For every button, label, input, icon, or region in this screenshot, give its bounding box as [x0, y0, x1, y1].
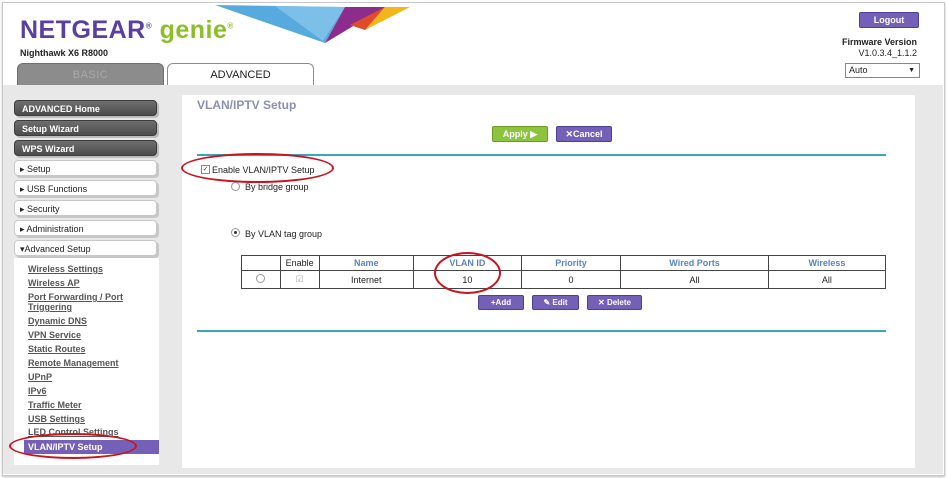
delete-button[interactable]: ✕ Delete	[587, 295, 642, 310]
nav-section-label: Administration	[26, 224, 84, 234]
brand-registered-mark: ®	[145, 21, 153, 31]
vlan-tag-group-radio[interactable]	[231, 228, 240, 237]
add-label: Add	[495, 298, 512, 307]
firmware-label: Firmware Version	[841, 37, 917, 47]
divider-bottom	[197, 330, 886, 332]
close-icon: ✕	[565, 129, 574, 139]
bridge-group-label: By bridge group	[245, 182, 309, 192]
column-header-enable: Enable	[279, 255, 320, 271]
expand-arrow-icon: ▸	[20, 164, 25, 174]
nav-section-setup[interactable]: ▸ Setup	[14, 160, 157, 176]
tab-basic[interactable]: BASIC	[17, 63, 164, 86]
row-wireless: All	[767, 270, 887, 289]
edit-button[interactable]: ✎ Edit	[532, 295, 579, 310]
row-select-radio[interactable]	[256, 274, 266, 283]
delete-label: Delete	[606, 298, 631, 307]
nav-item-vpn-service[interactable]: VPN Service	[28, 330, 81, 340]
column-header-select	[241, 255, 281, 271]
column-header-wired-ports: Wired Ports	[620, 255, 769, 271]
language-select[interactable]: Auto ▼	[845, 63, 920, 78]
nav-item-remote-management[interactable]: Remote Management	[28, 358, 119, 368]
nav-section-label: Security	[27, 204, 60, 214]
apply-button[interactable]: Apply ▶	[492, 126, 548, 142]
expand-arrow-icon: ▸	[20, 204, 25, 214]
nav-section-label: Setup	[27, 164, 51, 174]
expand-arrow-icon: ▸	[20, 224, 25, 234]
netgear-genie-logo: NETGEAR® genie®	[20, 16, 234, 45]
nav-section-administration[interactable]: ▸ Administration	[14, 220, 157, 236]
column-header-name: Name	[318, 255, 414, 271]
nav-section-security[interactable]: ▸ Security	[14, 200, 157, 216]
nav-section-usb-functions[interactable]: ▸ USB Functions	[14, 180, 157, 196]
table-header-row: Enable Name VLAN ID Priority Wired Ports…	[241, 255, 887, 271]
pencil-icon: ✎	[543, 298, 551, 307]
bridge-group-radio[interactable]	[231, 182, 240, 191]
brand-netgear: NETGEAR	[20, 16, 146, 44]
nav-item-usb-settings[interactable]: USB Settings	[28, 414, 85, 424]
add-button[interactable]: +Add	[478, 295, 524, 310]
table-row: ☑ Internet 10 0 All All	[241, 270, 887, 289]
row-name: Internet	[318, 270, 414, 289]
highlight-circle-vlan-id	[434, 252, 501, 294]
column-header-priority: Priority	[520, 255, 622, 271]
row-priority: 0	[520, 270, 622, 289]
nav-section-label: Advanced Setup	[24, 244, 91, 254]
nav-item-port-triggering[interactable]: Triggering	[28, 302, 72, 312]
cancel-button[interactable]: ✕Cancel	[556, 126, 612, 142]
nav-setup-wizard[interactable]: Setup Wizard	[14, 120, 157, 136]
edit-label: Edit	[552, 298, 568, 307]
nav-item-static-routes[interactable]: Static Routes	[28, 344, 86, 354]
row-select-cell	[241, 270, 281, 289]
nav-section-label: USB Functions	[27, 184, 88, 194]
model-name: Nighthawk X6 R8000	[20, 48, 109, 58]
nav-item-wireless-settings[interactable]: Wireless Settings	[28, 264, 103, 274]
nav-item-port-forwarding[interactable]: Port Forwarding / Port	[28, 292, 123, 302]
vlan-tag-group-label: By VLAN tag group	[245, 229, 323, 239]
cancel-label: Cancel	[573, 129, 603, 139]
column-header-wireless: Wireless	[767, 255, 887, 271]
dropdown-arrow-icon: ▼	[908, 67, 915, 74]
nav-wps-wizard[interactable]: WPS Wizard	[14, 140, 157, 156]
page-title: VLAN/IPTV Setup	[197, 98, 297, 112]
logout-button[interactable]: Logout	[859, 12, 919, 28]
nav-item-dynamic-dns[interactable]: Dynamic DNS	[28, 316, 87, 326]
nav-item-ipv6[interactable]: IPv6	[28, 386, 47, 396]
nav-item-wireless-ap[interactable]: Wireless AP	[28, 278, 80, 288]
nav-item-upnp[interactable]: UPnP	[28, 372, 52, 382]
tab-advanced[interactable]: ADVANCED	[167, 63, 314, 86]
row-wired-ports: All	[620, 270, 769, 289]
firmware-version: V1.0.3.4_1.1.2	[858, 48, 917, 58]
row-enable-cell: ☑	[279, 270, 320, 289]
language-value: Auto	[849, 65, 868, 75]
highlight-circle-nav	[9, 433, 137, 459]
decorative-shapes-icon	[215, 5, 410, 43]
vlan-table: Enable Name VLAN ID Priority Wired Ports…	[241, 255, 887, 289]
nav-section-advanced-setup[interactable]: ▾Advanced Setup	[14, 240, 157, 256]
nav-advanced-home[interactable]: ADVANCED Home	[14, 100, 157, 116]
nav-item-traffic-meter[interactable]: Traffic Meter	[28, 400, 82, 410]
highlight-circle-enable	[181, 153, 334, 183]
close-icon: ✕	[598, 298, 605, 307]
row-enable-checkbox[interactable]: ☑	[296, 274, 304, 284]
expand-arrow-icon: ▸	[20, 184, 25, 194]
